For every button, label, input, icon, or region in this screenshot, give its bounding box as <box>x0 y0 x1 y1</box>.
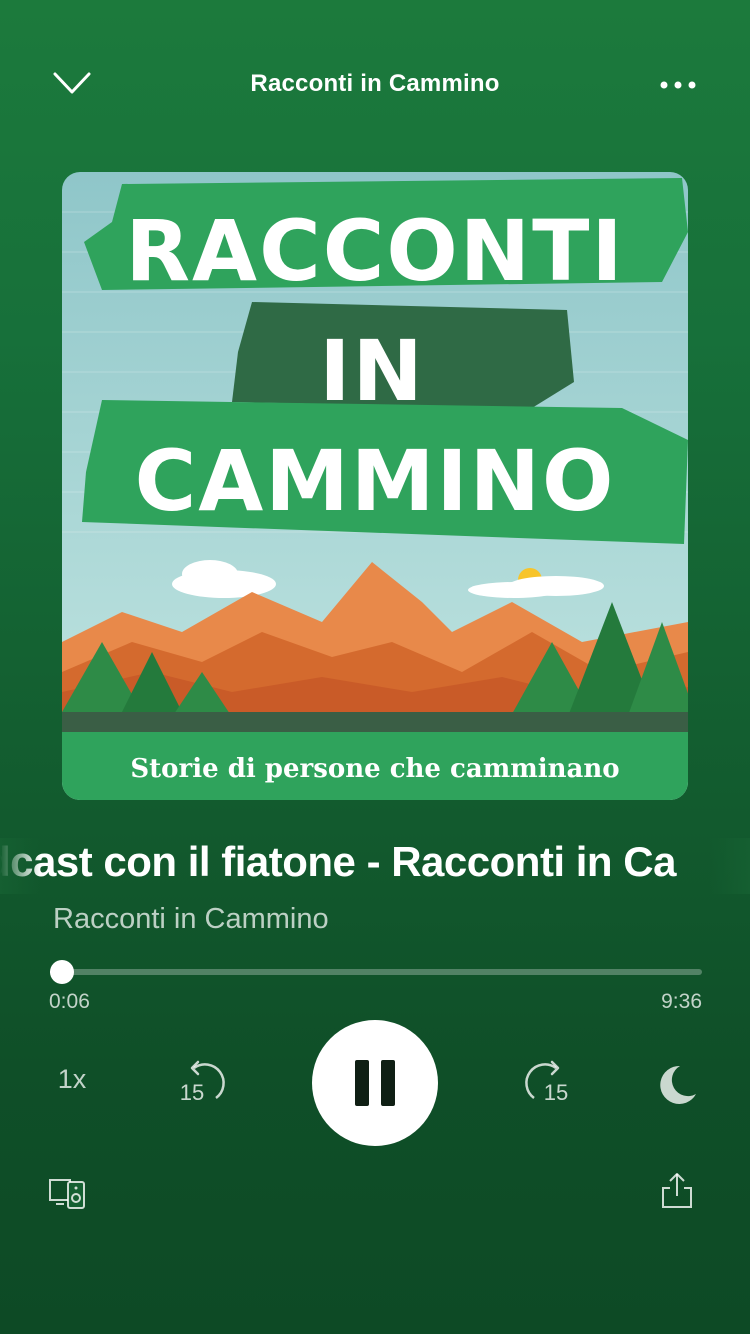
skip-forward-icon: 15 <box>525 1060 568 1105</box>
more-options-button[interactable] <box>654 74 702 98</box>
marquee-fade-right <box>710 838 750 894</box>
pause-icon-bar-right <box>381 1060 395 1106</box>
pause-icon-bar-left <box>355 1060 369 1106</box>
elapsed-time: 0:06 <box>49 990 90 1013</box>
share-icon <box>662 1173 692 1208</box>
total-time: 9:36 <box>661 990 702 1013</box>
playback-speed-button[interactable]: 1x <box>44 1064 100 1104</box>
artwork-title-line2: IN <box>319 322 425 420</box>
header-title: Racconti in Cammino <box>250 70 500 97</box>
track-title-marquee: dcast con il fiatone - Racconti in Ca <box>0 838 750 894</box>
moon-icon <box>660 1065 696 1104</box>
track-title: dcast con il fiatone - Racconti in Ca <box>0 838 676 885</box>
sleep-timer-button[interactable] <box>654 1062 700 1108</box>
skip-forward-button[interactable]: 15 <box>518 1058 578 1110</box>
skip-back-icon: 15 <box>180 1060 225 1105</box>
podcast-artwork: RACCONTI IN CAMMINO Storie di persone ch… <box>62 172 688 800</box>
share-button[interactable] <box>660 1170 694 1210</box>
marquee-fade-left <box>0 838 40 894</box>
connect-devices-icon <box>49 1179 85 1209</box>
playback-controls: 1x 15 15 <box>0 1020 750 1146</box>
artwork-title-line3: CAMMINO <box>135 432 616 530</box>
artwork-tagline: Storie di persone che camminano <box>130 754 619 784</box>
more-horizontal-icon <box>660 81 696 89</box>
skip-back-label: 15 <box>180 1080 204 1105</box>
artwork-title-line1: RACCONTI <box>125 202 624 300</box>
progress-bar[interactable] <box>50 960 702 984</box>
skip-back-button[interactable]: 15 <box>172 1058 232 1110</box>
now-playing-header: Racconti in Cammino <box>0 56 750 116</box>
progress-knob[interactable] <box>50 960 74 984</box>
pause-button[interactable] <box>312 1020 438 1146</box>
skip-forward-label: 15 <box>544 1080 568 1105</box>
artist-name[interactable]: Racconti in Cammino <box>53 903 329 936</box>
connect-devices-button[interactable] <box>48 1176 88 1212</box>
